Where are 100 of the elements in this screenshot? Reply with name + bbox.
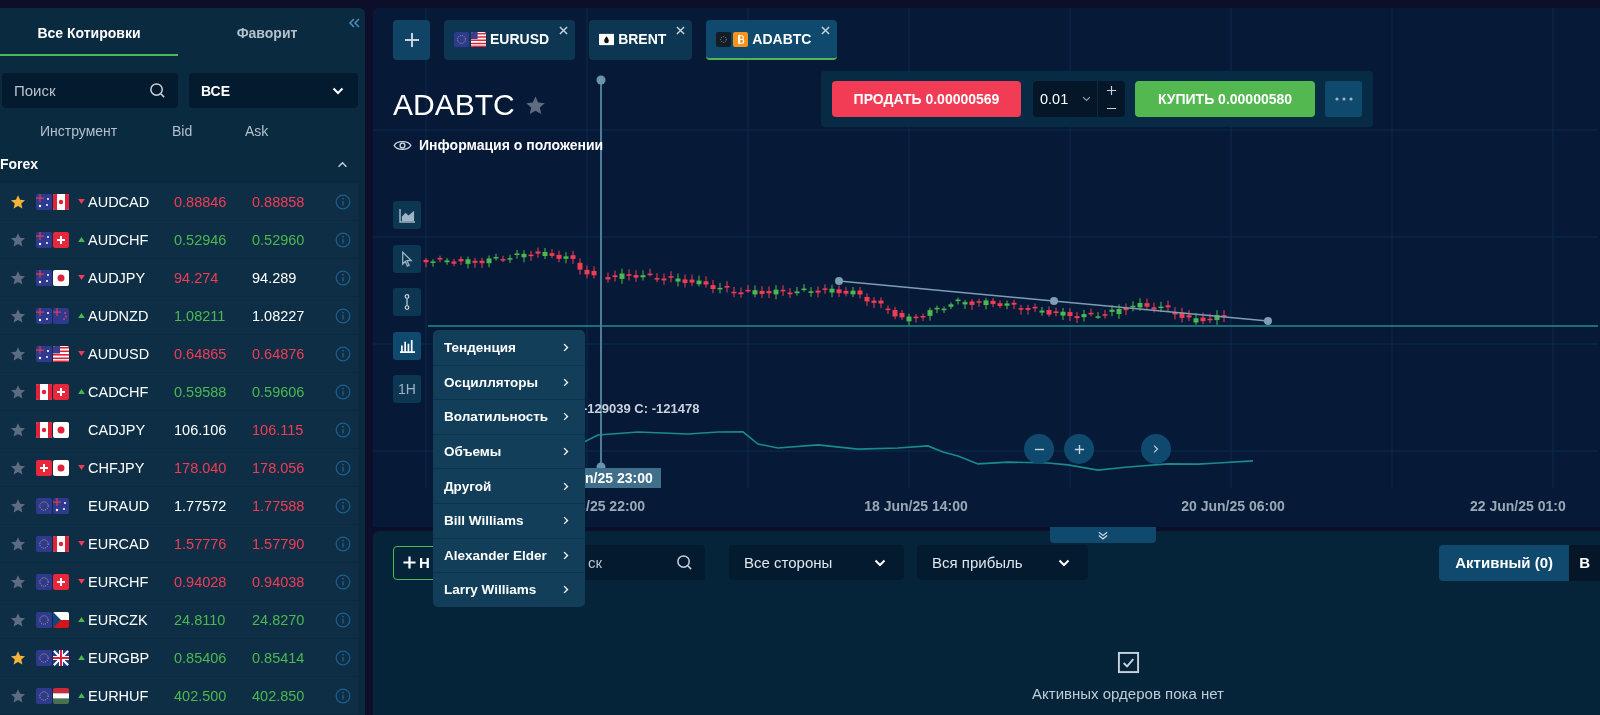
collapse-handle[interactable] <box>1050 527 1156 543</box>
info-icon[interactable] <box>335 269 351 286</box>
chart-tab[interactable]: ADABTC <box>706 20 838 60</box>
tool-button[interactable] <box>393 244 421 273</box>
info-icon[interactable] <box>335 421 351 438</box>
zoom-out-button[interactable] <box>1024 434 1054 464</box>
close-icon[interactable] <box>676 26 686 35</box>
ask-price: 24.8270 <box>252 611 306 628</box>
trend-line[interactable] <box>835 277 1272 325</box>
menu-item[interactable]: Осцилляторы <box>433 364 585 400</box>
close-icon[interactable] <box>559 26 569 35</box>
info-icon[interactable] <box>335 611 351 628</box>
star-icon[interactable] <box>524 94 546 116</box>
tab-label: ADABTC <box>752 31 812 47</box>
quote-row[interactable]: CADJPY 106.106 106.115 <box>0 411 358 448</box>
star-icon[interactable] <box>10 497 26 514</box>
tool-button[interactable] <box>393 288 421 316</box>
quote-row[interactable]: EURHUF 402.500 402.850 <box>0 677 358 714</box>
info-icon[interactable] <box>335 687 351 704</box>
info-icon[interactable] <box>335 459 351 476</box>
category-dropdown[interactable]: ВСЕ <box>189 73 358 108</box>
position-info-link[interactable]: Информация о положении <box>419 137 604 153</box>
chart-tab[interactable]: EURUSD <box>444 20 576 60</box>
star-icon[interactable] <box>10 535 26 552</box>
ask-price: 94.289 <box>252 269 298 286</box>
star-icon[interactable] <box>10 345 26 362</box>
info-icon[interactable] <box>335 231 351 248</box>
quote-row[interactable]: AUDJPY 94.274 94.289 <box>0 259 358 296</box>
menu-item[interactable]: Объемы <box>433 433 585 469</box>
star-icon[interactable] <box>10 687 26 704</box>
timeframe-button[interactable]: 1H <box>393 375 421 403</box>
scroll-right-button[interactable] <box>1141 434 1171 464</box>
symbol-text: EURAUD <box>88 497 151 514</box>
info-icon[interactable] <box>335 535 351 552</box>
ask-price: 0.52960 <box>252 231 306 248</box>
axis-label: 20 Jun/25 06:00 <box>1181 498 1285 514</box>
info-icon[interactable] <box>335 573 351 590</box>
quote-row[interactable]: EURGBP 0.85406 0.85414 <box>0 639 358 676</box>
search-icon <box>149 82 166 99</box>
menu-item[interactable]: Bill Williams <box>433 502 585 538</box>
plus-icon[interactable] <box>1106 84 1117 96</box>
info-icon[interactable] <box>335 345 351 362</box>
star-icon[interactable] <box>10 611 26 628</box>
tab-label: BRENT <box>618 31 667 47</box>
menu-item[interactable]: Alexander Elder <box>433 537 585 573</box>
ask-price: 0.64876 <box>252 345 306 362</box>
info-icon[interactable] <box>335 649 351 666</box>
star-icon[interactable] <box>10 193 26 210</box>
close-icon[interactable] <box>821 26 831 35</box>
info-icon[interactable] <box>335 497 351 514</box>
quote-row[interactable]: EURAUD 1.77572 1.77588 <box>0 487 358 524</box>
tab[interactable]: В <box>1569 544 1600 581</box>
star-icon[interactable] <box>10 383 26 400</box>
star-icon[interactable] <box>10 269 26 286</box>
tab[interactable]: Все Котировки <box>0 12 178 56</box>
menu-item[interactable]: Волатильность <box>433 399 585 434</box>
more-button[interactable] <box>1325 81 1362 117</box>
tab[interactable]: Фаворит <box>178 12 356 56</box>
info-icon[interactable] <box>335 307 351 324</box>
sell-button[interactable]: ПРОДАТЬ 0.00000569 <box>832 81 1021 117</box>
star-icon[interactable] <box>10 421 26 438</box>
star-icon[interactable] <box>10 231 26 248</box>
menu-item[interactable]: Другой <box>433 468 585 503</box>
group-title: Forex <box>0 156 39 172</box>
zoom-in-button[interactable] <box>1064 434 1094 464</box>
filter-dropdown[interactable]: Все стороны <box>729 545 904 580</box>
quote-row[interactable]: AUDCAD 0.88846 0.88858 <box>0 183 358 220</box>
menu-item[interactable]: Тенденция <box>433 330 585 365</box>
tab[interactable]: Активный (0) <box>1439 544 1570 581</box>
quote-row[interactable]: CADCHF 0.59588 0.59606 <box>0 373 358 410</box>
chevron-icon[interactable] <box>337 160 348 168</box>
menu-item[interactable]: Larry Williams <box>433 572 585 607</box>
ask-price: 0.59606 <box>252 383 306 400</box>
star-icon[interactable] <box>10 649 26 666</box>
tool-button[interactable] <box>393 201 421 229</box>
quote-row[interactable]: AUDNZD 1.08211 1.08227 <box>0 297 358 334</box>
quote-row[interactable]: EURCHF 0.94028 0.94038 <box>0 563 358 600</box>
bid-price: 402.500 <box>174 687 228 704</box>
checkbox-icon <box>1116 651 1140 674</box>
quote-row[interactable]: EURCAD 1.57776 1.57790 <box>0 525 358 562</box>
quote-row[interactable]: EURCZK 24.8110 24.8270 <box>0 601 358 638</box>
quote-row[interactable]: AUDUSD 0.64865 0.64876 <box>0 335 358 372</box>
chart-tab[interactable]: BRENT <box>589 20 693 60</box>
star-icon[interactable] <box>10 307 26 324</box>
info-icon[interactable] <box>335 193 351 210</box>
star-icon[interactable] <box>10 459 26 476</box>
filter-dropdown[interactable]: Вся прибыль <box>917 545 1088 580</box>
collapse-icon[interactable] <box>348 18 360 28</box>
tool-button[interactable] <box>393 331 421 360</box>
eye-icon[interactable] <box>393 138 412 152</box>
quote-row[interactable]: CHFJPY 178.040 178.056 <box>0 449 358 486</box>
quote-row[interactable]: AUDCHF 0.52946 0.52960 <box>0 221 358 258</box>
bid-price: 1.57776 <box>174 535 228 552</box>
indicator-readout: -129039 C: -121478 <box>583 401 700 416</box>
symbol-text: AUDJPY <box>88 269 147 286</box>
quantity-field[interactable]: 0.01 <box>1033 81 1125 117</box>
info-icon[interactable] <box>335 383 351 400</box>
star-icon[interactable] <box>10 573 26 590</box>
add-tab-button[interactable] <box>393 20 430 60</box>
search-field[interactable]: Поиск <box>2 73 178 108</box>
